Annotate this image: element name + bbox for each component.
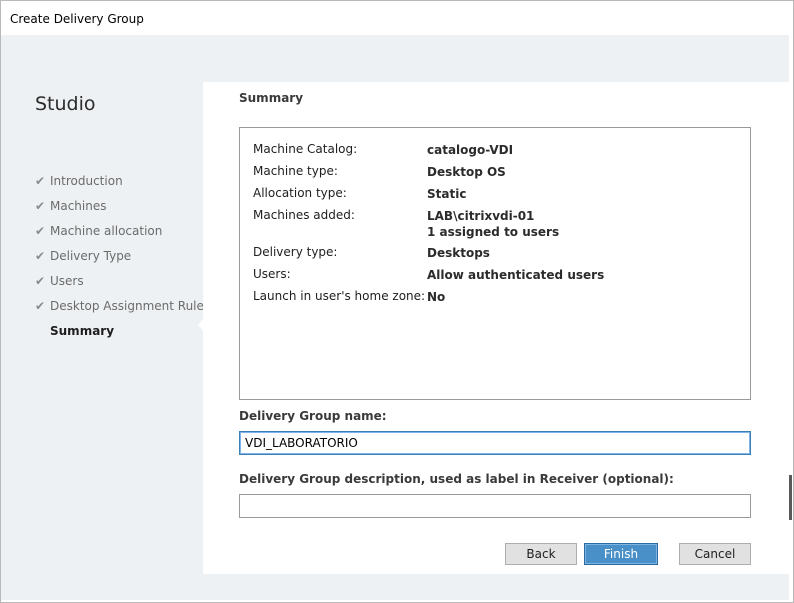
- resize-edge-marker: [789, 475, 792, 520]
- summary-label: Users:: [253, 267, 291, 281]
- summary-value: catalogo-VDI: [427, 143, 514, 157]
- summary-value: LAB\citrixvdi-01: [427, 209, 535, 223]
- studio-brand: Studio: [35, 93, 96, 115]
- step-desktop-assignment-rules: ✔ Desktop Assignment Rules: [35, 293, 210, 318]
- checkmark-icon: ✔: [35, 198, 46, 213]
- finish-button[interactable]: Finish: [584, 543, 658, 565]
- summary-label: Launch in user's home zone:: [253, 289, 426, 303]
- summary-box: Machine Catalog: catalogo-VDI Machine ty…: [239, 127, 751, 400]
- step-delivery-type: ✔ Delivery Type: [35, 243, 210, 268]
- back-button[interactable]: Back: [505, 543, 577, 565]
- checkmark-icon: ✔: [35, 273, 46, 288]
- step-label: Users: [50, 273, 84, 288]
- page-title: Summary: [239, 91, 304, 105]
- summary-label: Machine type:: [253, 164, 338, 178]
- summary-label: Delivery type:: [253, 245, 338, 259]
- step-label: Summary: [50, 323, 115, 338]
- step-label: Delivery Type: [50, 248, 132, 263]
- step-label: Machine allocation: [50, 223, 163, 238]
- summary-value: No: [427, 290, 446, 304]
- summary-label: Machines added:: [253, 208, 355, 222]
- step-introduction: ✔ Introduction: [35, 168, 210, 193]
- checkmark-icon: ✔: [35, 298, 46, 313]
- delivery-group-name-label: Delivery Group name:: [239, 409, 387, 423]
- active-step-pointer: [198, 318, 204, 332]
- window-title: Create Delivery Group: [10, 12, 144, 26]
- step-label: Machines: [50, 198, 107, 213]
- step-label: Desktop Assignment Rules: [50, 298, 211, 313]
- summary-value: Desktops: [427, 246, 490, 260]
- wizard-steps: ✔ Introduction ✔ Machines ✔ Machine allo…: [35, 168, 210, 343]
- checkmark-icon: ✔: [35, 248, 46, 263]
- summary-value: Desktop OS: [427, 165, 506, 179]
- cancel-button[interactable]: Cancel: [679, 543, 751, 565]
- summary-label: Allocation type:: [253, 186, 347, 200]
- delivery-group-description-input[interactable]: [239, 494, 751, 518]
- summary-label: Machine Catalog:: [253, 142, 358, 156]
- step-label: Introduction: [50, 173, 123, 188]
- step-summary: Summary: [35, 318, 210, 343]
- checkmark-icon: ✔: [35, 173, 46, 188]
- step-users: ✔ Users: [35, 268, 210, 293]
- summary-value-secondary: 1 assigned to users: [427, 225, 560, 239]
- step-machine-allocation: ✔ Machine allocation: [35, 218, 210, 243]
- checkmark-icon: ✔: [35, 223, 46, 238]
- summary-value: Static: [427, 187, 467, 201]
- delivery-group-description-label: Delivery Group description, used as labe…: [239, 472, 674, 486]
- delivery-group-name-input[interactable]: [239, 431, 751, 455]
- step-machines: ✔ Machines: [35, 193, 210, 218]
- summary-value: Allow authenticated users: [427, 268, 605, 282]
- title-bar[interactable]: Create Delivery Group: [1, 1, 793, 36]
